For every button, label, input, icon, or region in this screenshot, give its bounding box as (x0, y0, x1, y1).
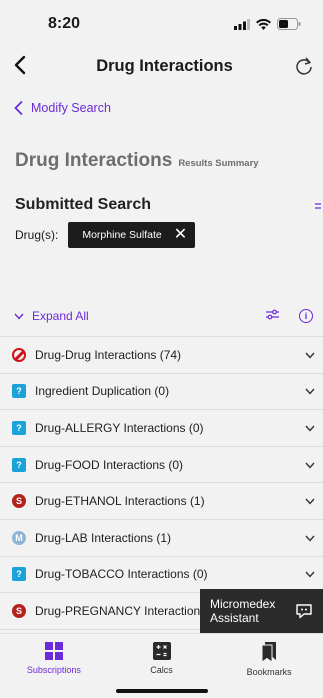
chat-icon (296, 604, 312, 619)
bookmark-icon (261, 642, 277, 662)
drug-chip[interactable]: Morphine Sulfate ✕ (68, 222, 196, 248)
interaction-row[interactable]: ? Drug-ALLERGY Interactions (0) (0, 410, 323, 447)
interaction-row[interactable]: S Drug-ETHANOL Interactions (1) (0, 483, 323, 520)
interaction-label: Drug-TOBACCO Interactions (0) (35, 567, 208, 582)
grid-icon (44, 642, 63, 660)
nav-bar: Drug Interactions (0, 48, 323, 84)
status-bar: 8:20 (0, 0, 323, 48)
calculator-icon (152, 642, 171, 660)
drugs-label: Drug(s): (15, 228, 59, 242)
micromedex-assistant-button[interactable]: Micromedex Assistant (200, 589, 323, 633)
refresh-icon[interactable] (291, 56, 317, 76)
chevron-left-icon (14, 101, 23, 115)
page-title: Drug Interactions (96, 56, 233, 75)
tab-subscriptions[interactable]: Subscriptions (0, 634, 108, 698)
submitted-search-section: Submitted Search Drug(s): Morphine Sulfa… (0, 188, 323, 296)
prohibit-icon (12, 347, 26, 362)
status-time: 8:20 (48, 15, 81, 32)
filter-icon[interactable] (266, 309, 279, 323)
expand-all-row: Expand All i (0, 296, 323, 336)
close-icon[interactable]: ✕ (174, 227, 187, 243)
question-icon: ? (12, 457, 26, 472)
chevron-down-icon (14, 313, 24, 320)
question-icon: ? (12, 420, 26, 435)
assistant-label: Micromedex Assistant (210, 597, 276, 625)
expand-all-label: Expand All (32, 309, 89, 323)
interaction-row[interactable]: ? Drug-TOBACCO Interactions (0) (0, 556, 323, 594)
chevron-down-icon[interactable] (305, 421, 315, 435)
interaction-row[interactable]: M Drug-LAB Interactions (1) (0, 519, 323, 557)
chevron-down-icon[interactable] (305, 348, 315, 362)
question-icon: ? (12, 567, 26, 582)
results-subtitle: Results Summary (178, 158, 259, 169)
status-icons (234, 18, 301, 30)
drug-row: Drug(s): Morphine Sulfate ✕ (15, 222, 323, 248)
question-icon: ? (12, 384, 26, 399)
info-icon[interactable]: i (299, 309, 313, 323)
drug-chip-label: Morphine Sulfate (82, 229, 162, 241)
modify-search-link[interactable]: Modify Search (0, 84, 323, 132)
home-indicator (116, 689, 208, 693)
interaction-row[interactable]: ? Ingredient Duplication (0) (0, 373, 323, 411)
filter-sliders-icon[interactable] (315, 200, 321, 214)
chevron-down-icon[interactable] (305, 567, 315, 581)
interaction-label: Drug-LAB Interactions (1) (35, 530, 172, 545)
signal-icon (234, 18, 250, 30)
interaction-label: Ingredient Duplication (0) (35, 384, 170, 399)
chevron-down-icon[interactable] (305, 458, 315, 472)
results-header: Drug Interactions Results Summary (0, 132, 323, 188)
severity-s-icon: S (12, 494, 26, 509)
chevron-down-icon[interactable] (305, 531, 315, 545)
interaction-row[interactable]: Drug-Drug Interactions (74) (0, 337, 323, 374)
tab-subscriptions-label: Subscriptions (26, 665, 81, 675)
modify-search-label: Modify Search (31, 101, 111, 115)
tab-bookmarks[interactable]: Bookmarks (215, 634, 323, 698)
severity-m-icon: M (12, 530, 26, 545)
battery-icon (277, 18, 301, 30)
results-title: Drug Interactions (15, 150, 173, 171)
interaction-label: Drug-ETHANOL Interactions (1) (35, 494, 205, 509)
interaction-label: Drug-ALLERGY Interactions (0) (35, 420, 204, 435)
chevron-down-icon[interactable] (305, 494, 315, 508)
interaction-row[interactable]: ? Drug-FOOD Interactions (0) (0, 446, 323, 484)
interaction-label: Drug-FOOD Interactions (0) (35, 457, 184, 472)
back-icon[interactable] (14, 53, 38, 79)
chevron-down-icon[interactable] (305, 384, 315, 398)
expand-all-button[interactable]: Expand All (14, 309, 266, 323)
tab-bookmarks-label: Bookmarks (246, 667, 292, 677)
tab-calcs-label: Calcs (150, 665, 173, 675)
submitted-search-title: Submitted Search (15, 196, 152, 213)
interaction-label: Drug-Drug Interactions (74) (35, 347, 182, 362)
wifi-icon (256, 18, 271, 30)
severity-s-icon: S (12, 603, 26, 618)
